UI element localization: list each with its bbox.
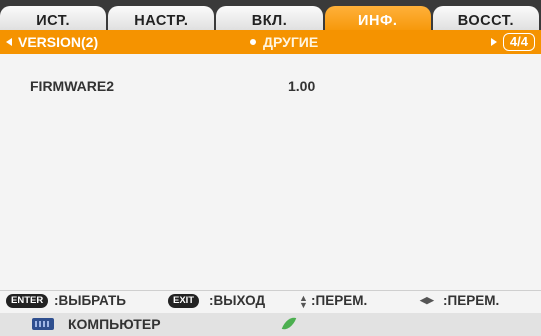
next-subpage-hint[interactable]: ДРУГИЕ <box>250 34 318 50</box>
next-page-button[interactable]: 4/4 <box>490 33 535 51</box>
exit-help-label: :ВЫХОД <box>209 293 266 308</box>
next-subpage-label: ДРУГИЕ <box>263 34 319 50</box>
exit-key-badge: EXIT <box>168 294 200 308</box>
arrow-left-icon <box>6 38 12 46</box>
info-value: 1.00 <box>288 78 316 94</box>
info-panel: FIRMWARE2 1.00 <box>0 54 541 290</box>
prev-page-button[interactable]: VERSION(2) <box>6 34 98 50</box>
tab-bar: ИСТ. НАСТР. ВКЛ. ИНФ. ВОССТ. <box>0 0 541 36</box>
left-right-arrows-icon: ◀▶ <box>420 295 434 305</box>
arrow-right-icon <box>490 38 497 46</box>
info-row-firmware2: FIRMWARE2 1.00 <box>30 78 510 94</box>
subpage-bar: VERSION(2) ДРУГИЕ 4/4 <box>0 30 541 54</box>
enter-help-label: :ВЫБРАТЬ <box>54 293 127 308</box>
projector-osd: ИСТ. НАСТР. ВКЛ. ИНФ. ВОССТ. VERSION(2) … <box>0 0 541 336</box>
leftright-help-label: :ПЕРЕМ. <box>443 293 500 308</box>
enter-key-badge: ENTER <box>6 294 49 308</box>
help-bar: ENTER :ВЫБРАТЬ EXIT :ВЫХОД ▲ ▼ :ПЕРЕМ. ◀▶… <box>0 290 541 313</box>
page-indicator: 4/4 <box>502 33 535 51</box>
updown-help-label: :ПЕРЕМ. <box>311 293 368 308</box>
bullet-icon <box>250 39 256 45</box>
leaf-icon <box>281 314 297 333</box>
source-status-bar: КОМПЬЮТЕР <box>0 313 541 336</box>
subpage-title: VERSION(2) <box>18 34 99 50</box>
info-label: FIRMWARE2 <box>30 78 114 94</box>
up-down-arrows-icon: ▲ ▼ <box>299 293 308 310</box>
computer-vga-icon <box>32 318 54 330</box>
source-label: КОМПЬЮТЕР <box>68 316 161 332</box>
